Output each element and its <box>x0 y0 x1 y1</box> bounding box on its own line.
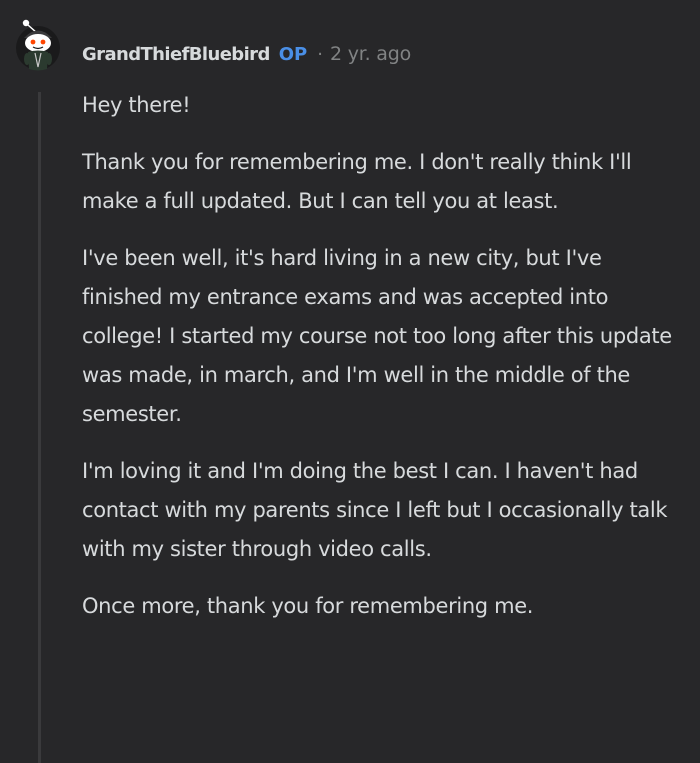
username-link[interactable]: GrandThiefBluebird <box>82 44 270 65</box>
comment-paragraph: Hey there! <box>82 93 191 117</box>
comment-body: Hey there! Thank you for remembering me.… <box>82 86 682 644</box>
comment-paragraph: I've been well, it's hard living in a ne… <box>82 246 672 426</box>
comment-paragraph: Once more, thank you for remembering me. <box>82 594 534 618</box>
comment-paragraph: Thank you for remembering me. I don't re… <box>82 150 632 213</box>
snoo-avatar-icon <box>16 19 60 71</box>
comment: GrandThiefBluebird OP · 2 yr. ago Hey th… <box>0 0 700 763</box>
meta-separator: · <box>317 43 323 65</box>
comment-paragraph: I'm loving it and I'm doing the best I c… <box>82 459 668 561</box>
user-avatar[interactable] <box>15 19 61 77</box>
op-badge: OP <box>278 43 308 65</box>
comment-timestamp[interactable]: 2 yr. ago <box>330 43 411 65</box>
comment-header: GrandThiefBluebird OP · 2 yr. ago <box>82 40 411 68</box>
thread-collapse-line[interactable] <box>38 92 41 763</box>
